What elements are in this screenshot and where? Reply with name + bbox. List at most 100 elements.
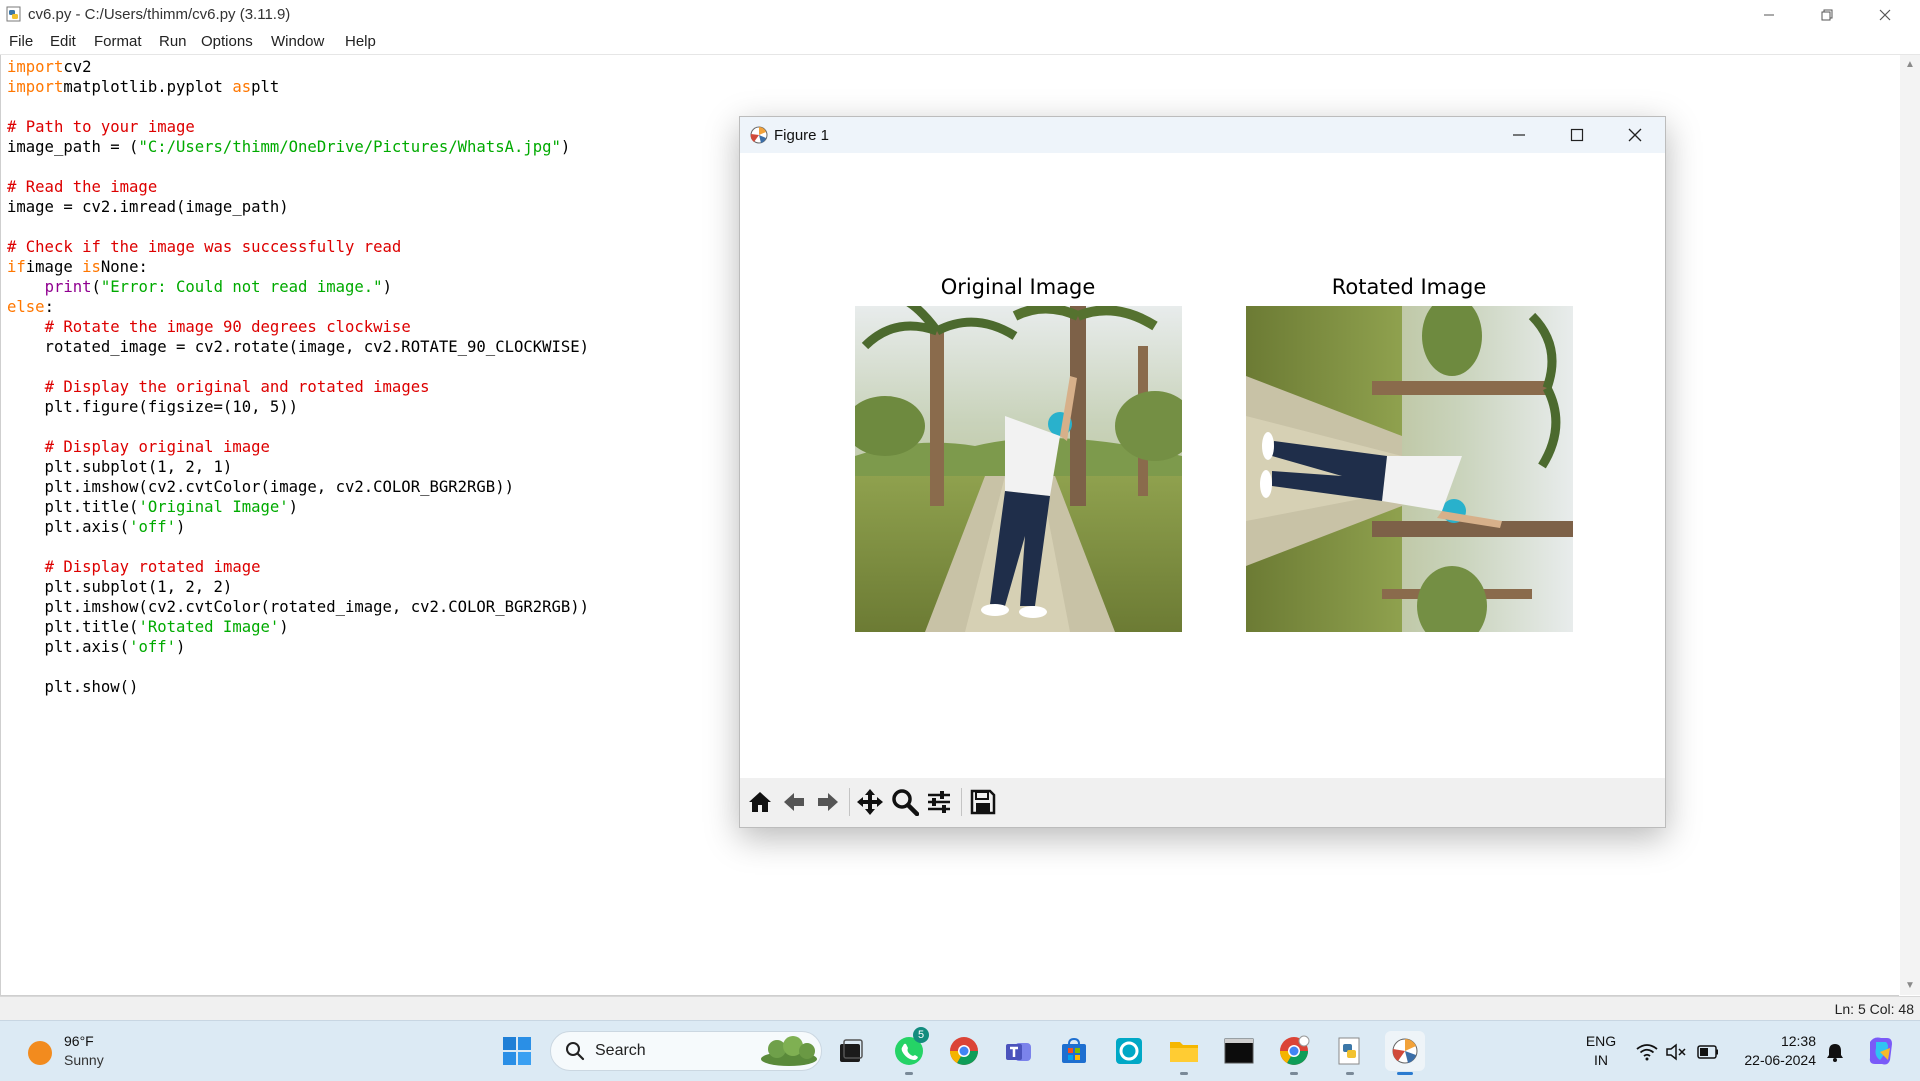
back-button[interactable]	[778, 786, 810, 818]
running-indicator	[1290, 1072, 1298, 1075]
subplot-title-original: Original Image	[940, 275, 1096, 299]
code-token: # Rotate the image 90 degrees clockwise	[44, 318, 411, 336]
code-token: rotated_image = cv2.rotate(image, cv2.RO…	[7, 338, 590, 356]
volume-muted-icon[interactable]	[1665, 1043, 1687, 1061]
code-token: )	[279, 618, 289, 636]
code-token: import	[7, 58, 64, 76]
copilot-icon[interactable]	[1864, 1034, 1898, 1068]
region-indicator[interactable]: IN	[1584, 1052, 1618, 1068]
whatsapp-badge: 5	[913, 1027, 929, 1043]
minimize-icon	[1513, 134, 1525, 136]
terminal-button[interactable]	[1219, 1031, 1259, 1071]
status-bar: Ln: 5 Col: 48	[0, 996, 1920, 1021]
code-token: else	[7, 298, 45, 316]
original-image	[855, 306, 1182, 632]
menu-window[interactable]: Window	[271, 33, 324, 50]
store-button[interactable]	[1054, 1031, 1094, 1071]
code-token: )	[382, 278, 392, 296]
code-token: plt.figure(figsize=(10, 5))	[7, 398, 299, 416]
menu-help[interactable]: Help	[345, 33, 376, 50]
notification-bell-icon[interactable]	[1826, 1042, 1844, 1062]
code-token: as	[232, 78, 252, 96]
chrome-profile-button[interactable]	[1274, 1031, 1314, 1075]
code-token: print	[44, 278, 92, 296]
scroll-down-icon[interactable]: ▼	[1905, 980, 1915, 991]
wifi-icon[interactable]	[1636, 1043, 1658, 1061]
menu-file[interactable]: File	[9, 33, 33, 50]
code-token: # Check if the image was successfully re…	[7, 238, 402, 256]
menu-options[interactable]: Options	[201, 33, 253, 50]
code-token: image = cv2.imread(image_path)	[7, 198, 289, 216]
task-view-icon	[840, 1039, 863, 1062]
chrome-icon	[950, 1037, 978, 1065]
zoom-button[interactable]	[889, 786, 921, 818]
forward-button[interactable]	[812, 786, 844, 818]
task-view-button[interactable]	[831, 1031, 871, 1071]
code-text[interactable]: importcv2 importmatplotlib.pyplot asplt …	[7, 57, 589, 697]
figure-close-button[interactable]	[1606, 117, 1664, 153]
weather-temperature[interactable]: 96°F	[64, 1033, 94, 1049]
sun-icon[interactable]	[28, 1041, 52, 1065]
taskbar: 96°F Sunny Search 5 ENG IN 12:38 22-06-2…	[0, 1020, 1920, 1081]
search-highlight-icon	[761, 1036, 817, 1066]
menu-edit[interactable]: Edit	[50, 33, 76, 50]
whatsapp-button[interactable]: 5	[889, 1027, 929, 1075]
start-button[interactable]	[497, 1031, 537, 1071]
window-title: cv6.py - C:/Users/thimm/cv6.py (3.11.9)	[28, 6, 291, 23]
battery-icon[interactable]	[1697, 1045, 1719, 1059]
code-token: 'Original Image'	[138, 498, 289, 516]
cursor-position: Ln: 5 Col: 48	[1834, 1001, 1914, 1017]
figure-minimize-button[interactable]	[1490, 117, 1548, 153]
pan-button[interactable]	[854, 786, 886, 818]
matplotlib-icon	[1392, 1038, 1418, 1064]
home-button[interactable]	[744, 786, 776, 818]
code-token: )	[176, 638, 186, 656]
menu-format[interactable]: Format	[94, 33, 142, 50]
restore-button[interactable]	[1798, 0, 1856, 29]
back-icon	[784, 793, 804, 811]
save-icon	[970, 789, 996, 815]
code-token: )	[176, 518, 186, 536]
pan-icon	[857, 789, 883, 815]
restore-icon	[1821, 9, 1833, 20]
maximize-icon	[1570, 128, 1584, 142]
configure-subplots-button[interactable]	[923, 786, 955, 818]
minimize-button[interactable]	[1740, 0, 1798, 29]
chrome-button[interactable]	[944, 1031, 984, 1071]
teams-button[interactable]	[999, 1031, 1039, 1071]
scroll-up-icon[interactable]: ▲	[1905, 59, 1915, 70]
code-token: 'off'	[129, 518, 177, 536]
menu-run[interactable]: Run	[159, 33, 187, 50]
active-indicator	[1397, 1072, 1413, 1075]
code-token: image_path = (	[7, 138, 139, 156]
code-token: plt.axis(	[7, 638, 130, 656]
teams-icon	[1006, 1043, 1031, 1061]
file-explorer-button[interactable]	[1164, 1031, 1204, 1075]
code-token: (	[91, 278, 101, 296]
python-idle-button[interactable]	[1330, 1031, 1370, 1075]
language-indicator[interactable]: ENG	[1584, 1033, 1618, 1049]
code-token: plt.title(	[7, 618, 139, 636]
vertical-scrollbar[interactable]: ▲ ▼	[1900, 55, 1920, 995]
close-button[interactable]	[1856, 0, 1914, 29]
matplotlib-figure-button[interactable]	[1385, 1031, 1425, 1075]
code-token: "C:/Users/thimm/OneDrive/Pictures/WhatsA…	[138, 138, 561, 156]
alexa-button[interactable]	[1109, 1031, 1149, 1071]
save-button[interactable]	[967, 786, 999, 818]
code-token: 'off'	[129, 638, 177, 656]
code-token: if	[7, 258, 26, 276]
code-token: None:	[100, 258, 148, 276]
code-token: is	[82, 258, 101, 276]
taskbar-search[interactable]: Search	[550, 1031, 822, 1071]
clock-date[interactable]: 22-06-2024	[1730, 1052, 1816, 1068]
configure-subplots-icon	[928, 791, 950, 813]
figure-maximize-button[interactable]	[1548, 117, 1606, 153]
clock-time[interactable]: 12:38	[1730, 1033, 1816, 1049]
weather-condition[interactable]: Sunny	[64, 1052, 104, 1068]
search-label: Search	[595, 1042, 646, 1059]
python-file-icon	[6, 6, 21, 22]
close-icon	[1628, 128, 1642, 142]
